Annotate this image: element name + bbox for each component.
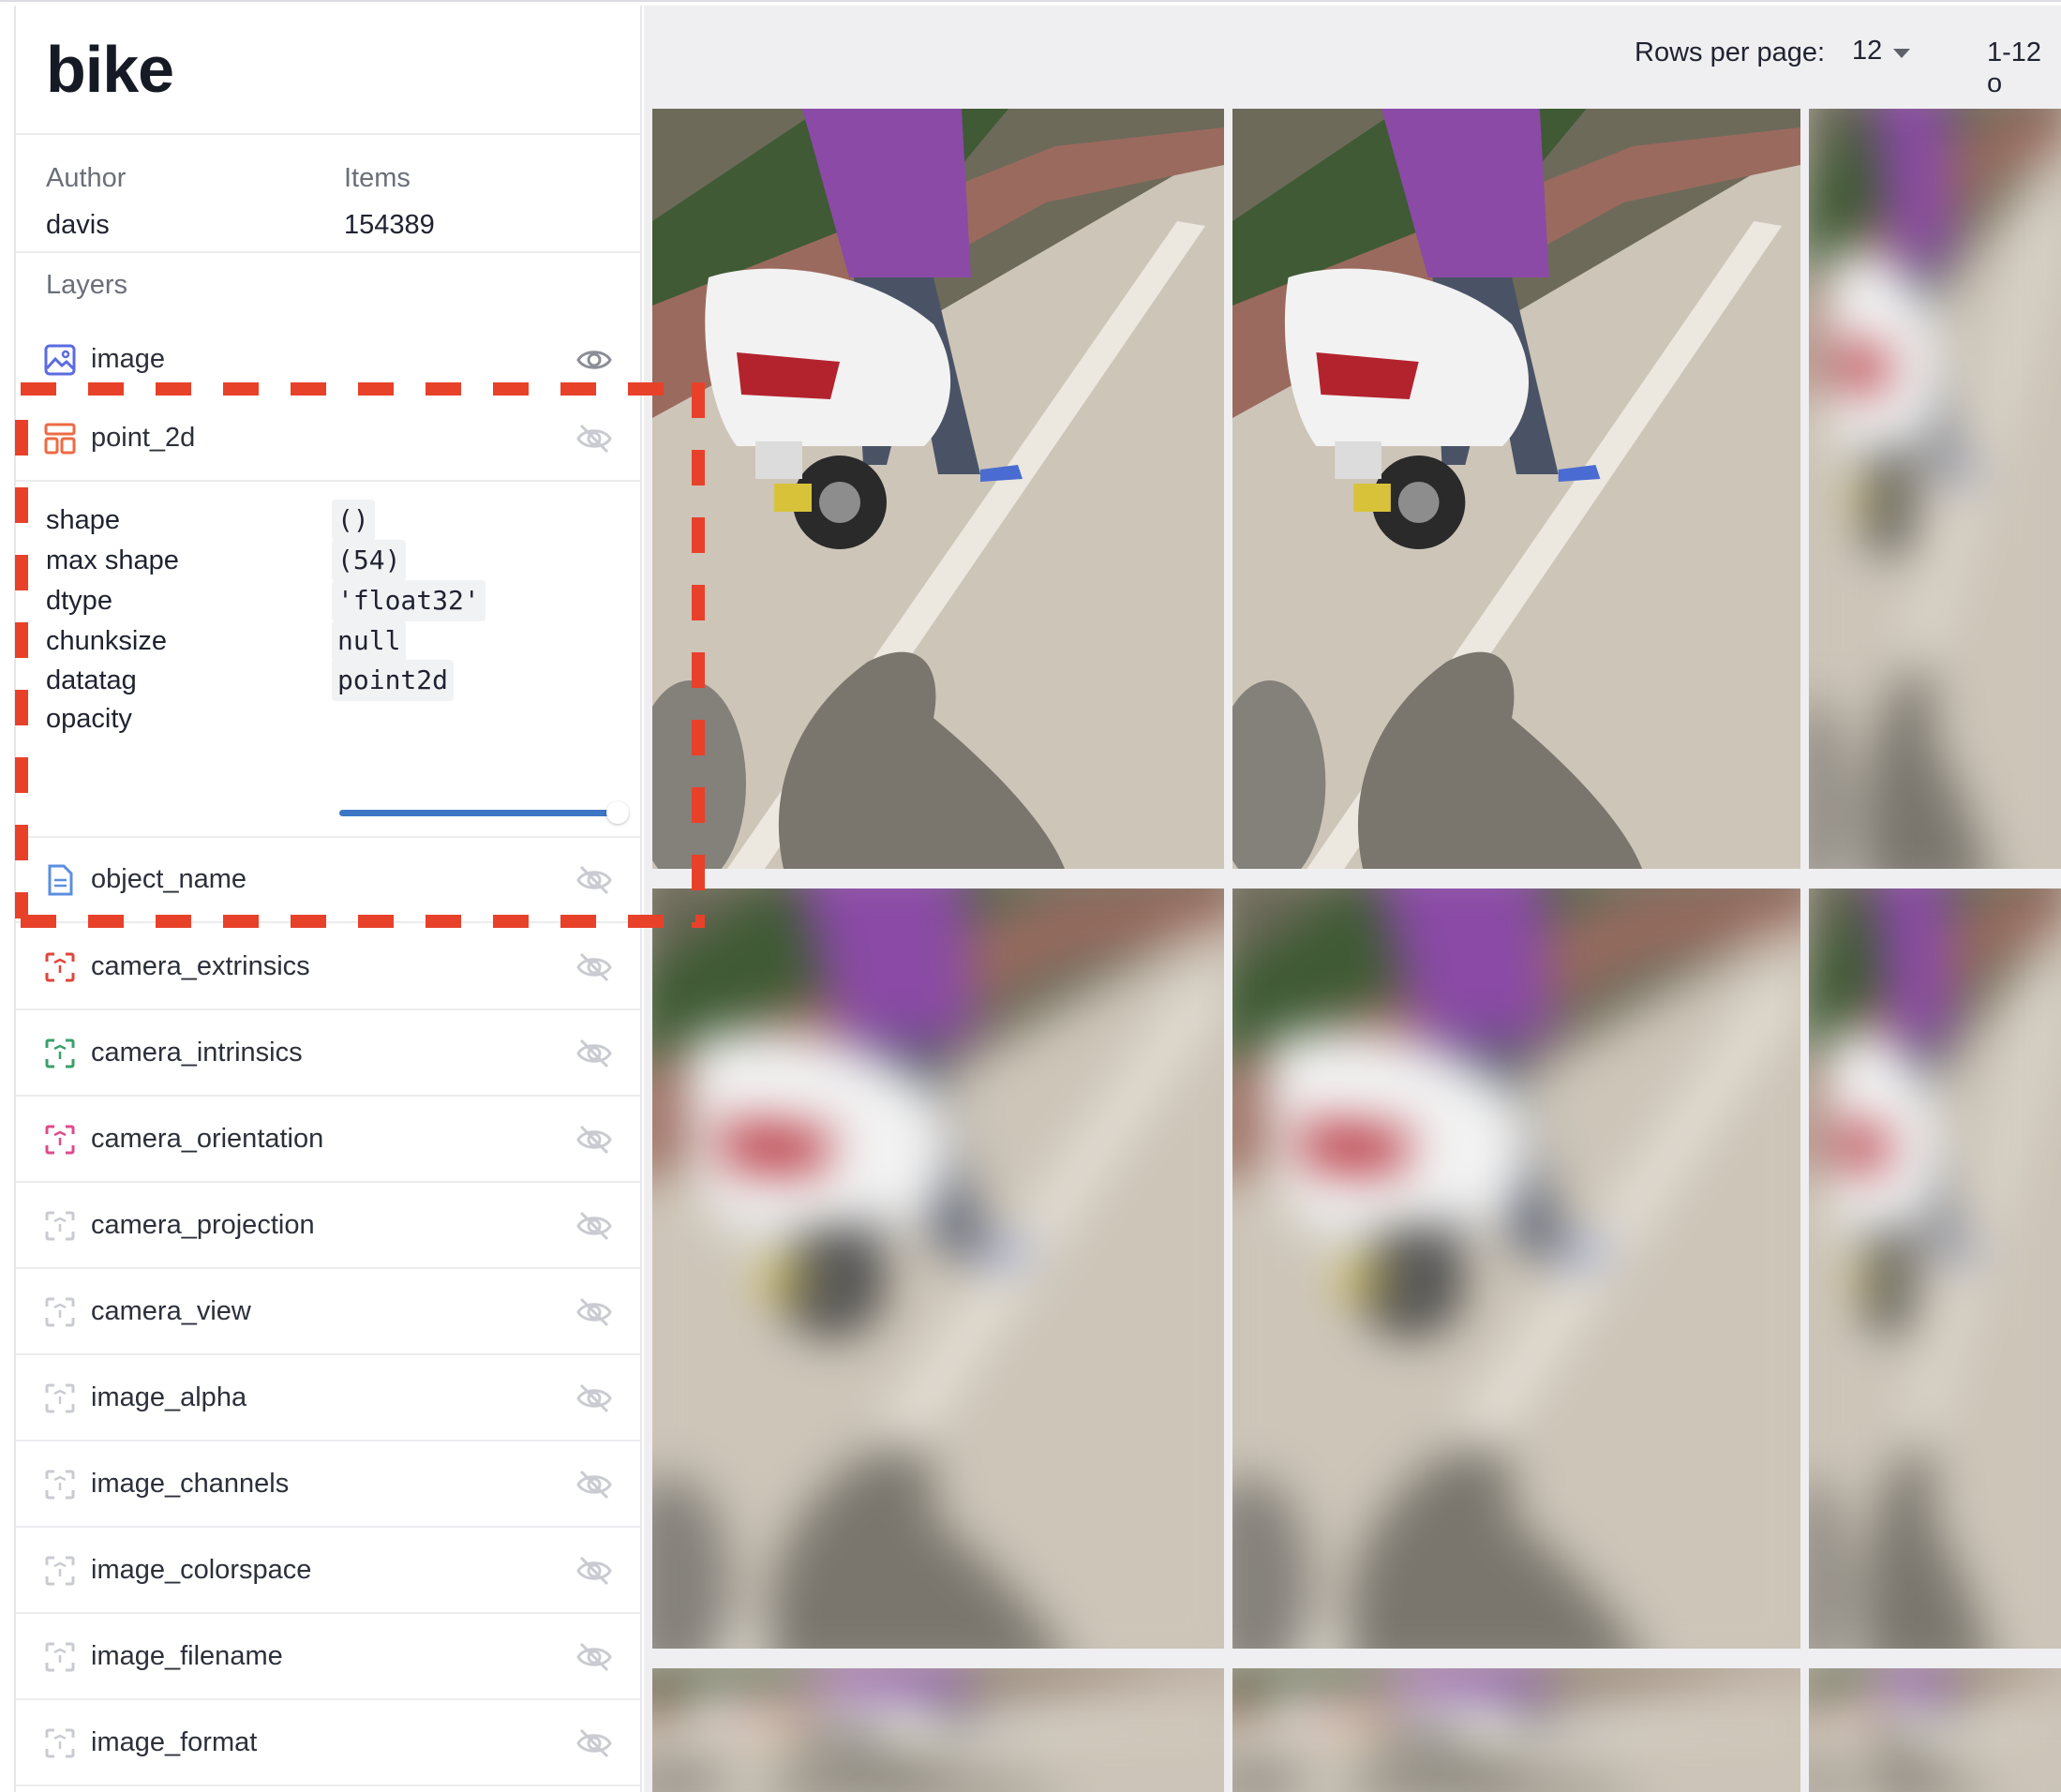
layer-name: object_name: [91, 864, 247, 894]
layer-row-object-name[interactable]: object_name: [16, 838, 640, 923]
layer-name: camera_orientation: [91, 1124, 324, 1154]
items-value: 154389: [344, 210, 435, 240]
layer-row-image-colorspace[interactable]: image_colorspace: [16, 1529, 640, 1614]
image-thumbnail[interactable]: [652, 109, 1224, 869]
layer-row-camera-orientation[interactable]: camera_orientation: [16, 1098, 640, 1183]
camera-frame-icon: [45, 1383, 75, 1413]
layer-name: image_colorspace: [91, 1555, 312, 1585]
prop-dtype: dtype 'float32': [46, 580, 627, 621]
layer-row-image-alpha[interactable]: image_alpha: [16, 1356, 640, 1441]
layer-row-image-channels[interactable]: image_channels: [16, 1442, 640, 1528]
camera-frame-icon: [45, 952, 75, 982]
layout-icon: [44, 423, 76, 455]
prop-value: point2d: [332, 660, 455, 701]
rows-per-page-label: Rows per page:: [1635, 37, 1826, 67]
eye-off-icon[interactable]: [576, 1296, 612, 1328]
image-thumbnail[interactable]: [1232, 1668, 1800, 1792]
chevron-down-icon[interactable]: [1893, 49, 1910, 58]
opacity-slider-handle[interactable]: [606, 801, 629, 824]
eye-off-icon[interactable]: [576, 423, 612, 455]
opacity-slider-track[interactable]: [339, 810, 616, 816]
image-thumbnail[interactable]: [1232, 889, 1800, 1649]
camera-frame-icon: [45, 1211, 75, 1241]
prop-value: (): [332, 500, 375, 541]
prop-value: null: [332, 620, 407, 662]
layer-name: image_filename: [91, 1641, 283, 1671]
layer-name: camera_projection: [91, 1210, 315, 1240]
layer-row-image-filename[interactable]: image_filename: [16, 1615, 640, 1700]
annotation-box-top: [21, 382, 694, 396]
point-2d-properties: shape () max shape (54) dtype 'float32' …: [16, 483, 640, 838]
eye-icon[interactable]: [576, 344, 612, 376]
layer-row-camera-intrinsics[interactable]: camera_intrinsics: [16, 1011, 640, 1097]
camera-frame-icon: [45, 1125, 75, 1155]
layer-name: camera_intrinsics: [91, 1038, 303, 1068]
layer-row-image-format[interactable]: image_format: [16, 1701, 640, 1786]
camera-frame-icon: [45, 1642, 75, 1672]
rows-per-page-select[interactable]: 12: [1852, 36, 1882, 67]
annotation-box-bottom: [21, 915, 705, 928]
layer-name: camera_view: [91, 1296, 251, 1326]
image-thumbnail[interactable]: [1809, 109, 2061, 869]
eye-off-icon[interactable]: [576, 1038, 612, 1069]
prop-opacity: opacity: [46, 704, 132, 734]
image-thumbnail[interactable]: [652, 889, 1224, 1649]
dataset-title: bike: [46, 33, 174, 106]
prop-chunksize: chunksize null: [46, 620, 627, 662]
layer-name: image: [91, 344, 165, 374]
camera-frame-icon: [45, 1728, 75, 1758]
layer-row-camera-view[interactable]: camera_view: [16, 1270, 640, 1355]
camera-frame-icon: [45, 1038, 75, 1068]
eye-off-icon[interactable]: [576, 1210, 612, 1242]
items-label: Items: [344, 163, 411, 193]
layer-name: image_alpha: [91, 1382, 247, 1412]
eye-off-icon[interactable]: [576, 1124, 612, 1156]
prop-shape: shape (): [46, 500, 627, 541]
title-box: bike: [16, 6, 640, 135]
eye-off-icon[interactable]: [576, 1641, 612, 1673]
eye-off-icon[interactable]: [576, 1555, 612, 1587]
camera-frame-icon: [45, 1470, 75, 1500]
dataset-meta: Author davis Items 154389: [16, 135, 640, 253]
image-thumbnail[interactable]: [1809, 1668, 2061, 1792]
prop-datatag: datatag point2d: [46, 660, 627, 701]
eye-off-icon[interactable]: [576, 1727, 612, 1759]
layer-name: image_channels: [91, 1469, 290, 1499]
annotation-box-right: [692, 382, 705, 928]
layer-name: point_2d: [91, 423, 196, 453]
prop-max-shape: max shape (54): [46, 540, 627, 581]
author-label: Author: [46, 163, 127, 193]
author-value: davis: [46, 210, 110, 240]
layer-row-camera-extrinsics[interactable]: camera_extrinsics: [16, 925, 640, 1010]
prop-value: 'float32': [332, 580, 485, 621]
eye-off-icon[interactable]: [576, 864, 612, 896]
layer-name: camera_extrinsics: [91, 951, 310, 981]
image-thumbnail[interactable]: [652, 1668, 1224, 1792]
layer-row-camera-projection[interactable]: camera_projection: [16, 1184, 640, 1269]
image-icon: [44, 344, 76, 376]
camera-frame-icon: [45, 1556, 75, 1586]
camera-frame-icon: [45, 1297, 75, 1327]
eye-off-icon[interactable]: [576, 1382, 612, 1414]
layer-row-point-2d[interactable]: point_2d: [16, 396, 640, 482]
dataset-sidebar: bike Author davis Items 154389 Layers im…: [14, 6, 642, 1792]
eye-off-icon[interactable]: [576, 1469, 612, 1501]
layer-name: image_format: [91, 1727, 258, 1757]
image-thumbnail[interactable]: [1232, 109, 1800, 869]
eye-off-icon[interactable]: [576, 951, 612, 983]
document-icon: [48, 864, 73, 896]
annotation-box-left: [15, 420, 28, 918]
layers-heading: Layers: [46, 270, 128, 300]
pagination-range: 1-12 o: [1987, 37, 2042, 98]
prop-value: (54): [332, 540, 407, 581]
image-thumbnail[interactable]: [1809, 889, 2061, 1649]
